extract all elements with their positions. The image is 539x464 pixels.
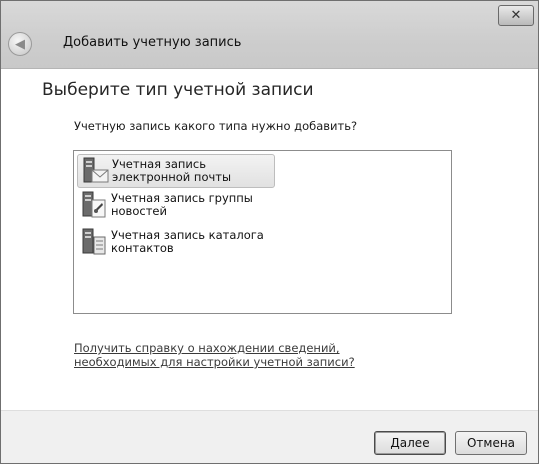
account-type-list[interactable]: Учетная запись электронной почты Учетная…: [73, 150, 452, 314]
close-button[interactable]: ✕: [498, 5, 534, 26]
list-item-email-account[interactable]: Учетная запись электронной почты: [77, 154, 275, 188]
list-item-directory-account[interactable]: Учетная запись каталога контактов: [77, 226, 273, 258]
window-title: Добавить учетную запись: [63, 35, 242, 50]
wizard-footer: Далее Отмена: [1, 410, 538, 463]
directory-service-icon: [77, 226, 111, 258]
account-type-question: Учетную запись какого типа нужно добавит…: [74, 119, 358, 133]
newsgroup-account-icon: [77, 189, 111, 221]
close-icon: ✕: [510, 8, 522, 23]
help-link[interactable]: Получить справку о нахождении сведений, …: [74, 341, 394, 369]
wizard-content: Выберите тип учетной записи Учетную запи…: [1, 69, 538, 410]
list-item-label: Учетная запись электронной почты: [112, 157, 232, 184]
cancel-button[interactable]: Отмена: [455, 431, 527, 455]
next-button[interactable]: Далее: [374, 431, 446, 455]
back-arrow-icon: ◀: [15, 36, 25, 52]
page-heading: Выберите тип учетной записи: [42, 80, 314, 100]
list-item-label: Учетная запись группы новостей: [111, 191, 253, 218]
back-button[interactable]: ◀: [8, 32, 32, 56]
list-item-newsgroup-account[interactable]: Учетная запись группы новостей: [77, 189, 273, 221]
list-item-label: Учетная запись каталога контактов: [111, 228, 264, 255]
title-bar: ✕ ◀ Добавить учетную запись: [1, 1, 538, 69]
add-account-window: ✕ ◀ Добавить учетную запись Выберите тип…: [0, 0, 539, 464]
email-account-icon: [78, 155, 112, 187]
